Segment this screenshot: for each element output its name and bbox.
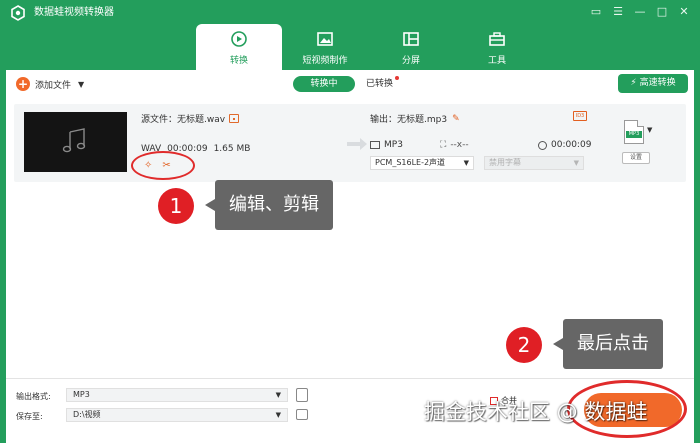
save-to-label: 保存至: (16, 412, 43, 421)
settings-button[interactable]: 设置 (622, 152, 650, 164)
format-badge: MP3 (626, 131, 642, 138)
tab-label: 转换 (229, 56, 248, 66)
toolbar: + 添加文件 ▼ 转换中 已转换 ⚡ 高速转换 (6, 70, 694, 100)
add-file-button[interactable]: + 添加文件 ▼ (16, 77, 84, 91)
callout-last-click: 最后点击 (553, 319, 663, 369)
app-logo-icon (11, 5, 25, 21)
notification-dot (395, 76, 399, 80)
music-note-icon (62, 128, 86, 153)
folder-icon[interactable] (296, 409, 308, 420)
output-format: MP3 (384, 140, 403, 150)
chevron-down-icon: ▼ (275, 391, 281, 399)
toolbox-icon (489, 32, 505, 46)
title-bar: 数据蛙视频转换器 ▭ ☰ — □ ✕ 转换 短视频制作 分屏 工具 (0, 0, 700, 70)
tab-tools[interactable]: 工具 (454, 24, 540, 70)
add-file-label: 添加文件 (35, 80, 72, 91)
output-duration: 00:00:09 (551, 140, 592, 150)
converting-tab[interactable]: 转换中 (293, 76, 355, 92)
tab-short-video[interactable]: 短视频制作 (282, 24, 368, 70)
arrow-right-icon (347, 138, 367, 150)
step-badge-2: 2 (506, 327, 542, 363)
plus-icon: + (16, 77, 30, 91)
chevron-down-icon: ▼ (275, 411, 281, 419)
maximize-icon[interactable]: □ (654, 4, 670, 20)
source-file-name: 源文件：无标题.wav (141, 115, 226, 125)
window-controls: ▭ ☰ — □ ✕ (588, 4, 692, 20)
format-settings-icon[interactable] (296, 388, 308, 402)
output-format-item: MP3 (370, 140, 403, 150)
output-format-label: 输出格式: (16, 392, 51, 401)
short-video-icon (317, 32, 333, 46)
split-screen-icon (403, 32, 419, 46)
chevron-down-icon: ▼ (573, 159, 579, 167)
audio-thumbnail[interactable] (24, 112, 127, 172)
clock-icon (538, 140, 547, 150)
audio-track-select[interactable]: PCM_S16LE-2声道 ▼ (370, 156, 474, 170)
output-resolution: --x-- (450, 140, 469, 150)
menu-icon[interactable]: ☰ (610, 4, 626, 20)
minimize-icon[interactable]: — (632, 4, 648, 20)
output-format-select-value: MP3 (73, 390, 90, 399)
film-icon (370, 141, 380, 149)
audio-track-value: PCM_S16LE-2声道 (375, 158, 446, 167)
app-title: 数据蛙视频转换器 (34, 7, 114, 18)
converted-tab[interactable]: 已转换 (366, 77, 393, 91)
output-file-name: 输出：无标题.mp3 (370, 115, 448, 125)
tab-label: 短视频制作 (302, 56, 348, 66)
tab-split-screen[interactable]: 分屏 (368, 24, 454, 70)
tab-label: 分屏 (401, 56, 420, 66)
info-icon[interactable] (229, 114, 240, 123)
fast-convert-label: 高速转换 (639, 78, 676, 88)
save-to-value: D:\视频 (73, 410, 101, 419)
source-file-line: 源文件：无标题.wav (141, 112, 240, 125)
watermark-text: 掘金技术社区 @ 数据蛙 (424, 400, 648, 424)
frame-right (694, 70, 700, 443)
subtitle-value: 禁用字幕 (489, 158, 521, 167)
output-format-select[interactable]: MP3 ▼ (66, 388, 288, 402)
tab-label: 工具 (487, 56, 506, 66)
output-file-line: 输出：无标题.mp3 ✎ (370, 112, 460, 126)
app-window: 数据蛙视频转换器 ▭ ☰ — □ ✕ 转换 短视频制作 分屏 工具 + 添加文件… (0, 0, 700, 443)
output-duration-item: 00:00:09 (538, 140, 591, 150)
save-to-select[interactable]: D:\视频 ▼ (66, 408, 288, 422)
pencil-icon[interactable]: ✎ (452, 114, 460, 124)
output-format-file-icon[interactable]: MP3 (624, 120, 644, 144)
chevron-down-icon[interactable]: ▼ (647, 126, 652, 134)
output-resolution-item: ⛶ --x-- (440, 140, 469, 150)
resize-icon: ⛶ (440, 140, 447, 150)
file-item: 源文件：无标题.wav WAV 00:00:09 1.65 MB ✧ ✂ 输出：… (14, 104, 686, 182)
close-icon[interactable]: ✕ (676, 4, 692, 20)
chevron-down-icon: ▼ (463, 159, 469, 167)
subtitle-select[interactable]: 禁用字幕 ▼ (484, 156, 584, 170)
highlight-edit-ellipse (131, 151, 195, 180)
callout-edit-clip: 编辑、剪辑 (205, 180, 333, 230)
convert-icon (231, 31, 247, 47)
feedback-icon[interactable]: ▭ (588, 4, 604, 20)
source-size: 1.65 MB (213, 144, 251, 154)
step-badge-1: 1 (158, 188, 194, 224)
id3-icon[interactable]: ID3 (573, 111, 587, 121)
main-tabs: 转换 短视频制作 分屏 工具 (196, 24, 540, 70)
tab-convert[interactable]: 转换 (196, 24, 282, 70)
chevron-down-icon[interactable]: ▼ (78, 80, 84, 89)
fast-convert-button[interactable]: ⚡ 高速转换 (618, 74, 688, 93)
